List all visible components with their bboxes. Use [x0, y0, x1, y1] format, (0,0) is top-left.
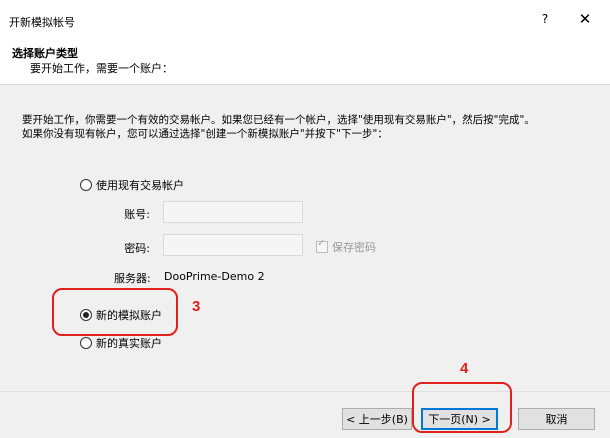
annotation-box-step-4: [412, 382, 512, 433]
password-input[interactable]: [163, 234, 303, 256]
annotation-number-3: 3: [192, 298, 201, 315]
intro-line-2: 如果你没有现有帐户，您可以通过选择"创建一个新模拟账户"并按下"下一步"：: [22, 128, 388, 140]
help-button[interactable]: ?: [538, 12, 552, 28]
back-button[interactable]: < 上一步(B): [342, 408, 412, 430]
section-subtitle: 要开始工作，需要一个账户：: [30, 62, 173, 75]
wizard-footer: < 上一步(B) 下一页(N) > 取消: [0, 391, 610, 438]
cancel-button[interactable]: 取消: [518, 408, 595, 430]
intro-line-1: 要开始工作，你需要一个有效的交易帐户。如果您已经有一个帐户，选择"使用现有交易账…: [22, 114, 535, 126]
section-title: 选择账户类型: [12, 47, 78, 60]
real-account-radio[interactable]: 新的真实账户: [80, 335, 162, 351]
save-password-label: 保存密码: [332, 241, 376, 254]
real-account-label: 新的真实账户: [96, 337, 162, 350]
server-label: 服务器:: [114, 272, 151, 285]
server-value: DooPrime-Demo 2: [164, 270, 265, 283]
save-password-checkbox[interactable]: 保存密码: [316, 238, 376, 255]
password-label: 密码:: [124, 242, 150, 255]
real-account-radio-circle[interactable]: [80, 337, 92, 349]
close-button[interactable]: ✕: [574, 10, 596, 30]
login-label: 账号:: [124, 208, 150, 221]
save-password-check-icon[interactable]: [316, 238, 328, 253]
existing-account-label: 使用现有交易帐户: [96, 179, 184, 192]
login-input[interactable]: [163, 201, 303, 223]
intro-text: 要开始工作，你需要一个有效的交易帐户。如果您已经有一个帐户，选择"使用现有交易账…: [22, 113, 602, 141]
annotation-number-4: 4: [460, 360, 469, 377]
existing-account-radio-circle[interactable]: [80, 179, 92, 191]
wizard-content: 要开始工作，你需要一个有效的交易帐户。如果您已经有一个帐户，选择"使用现有交易账…: [0, 85, 610, 391]
existing-account-radio[interactable]: 使用现有交易帐户: [80, 177, 184, 193]
title-bar: 开新模拟帐号 ? ✕: [0, 0, 610, 40]
window-title: 开新模拟帐号: [9, 16, 75, 29]
annotation-box-step-3: [52, 288, 178, 336]
wizard-header: 选择账户类型 要开始工作，需要一个账户：: [0, 40, 610, 84]
